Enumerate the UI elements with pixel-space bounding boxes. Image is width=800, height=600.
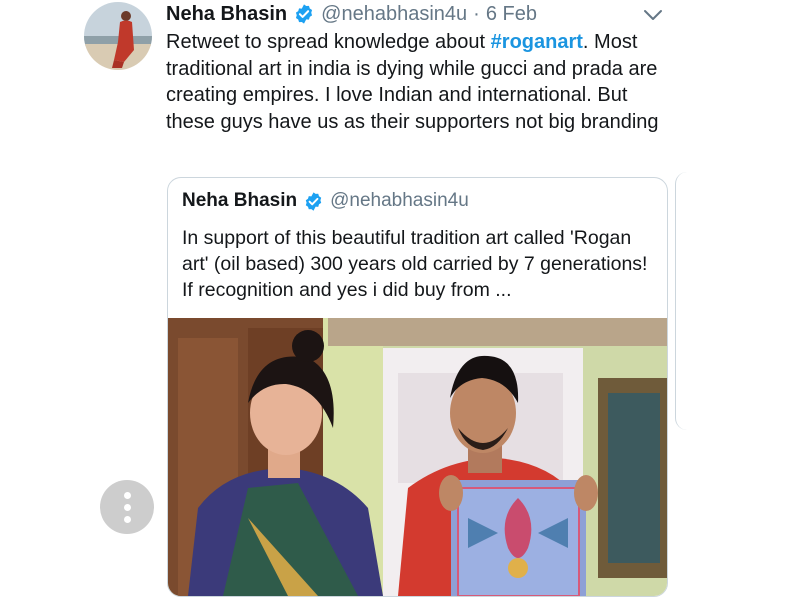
author-handle[interactable]: @nehabhasin4u (321, 3, 467, 26)
chevron-down-icon[interactable] (640, 2, 666, 28)
hashtag-link[interactable]: #roganart (491, 31, 583, 53)
avatar-photo (84, 2, 152, 70)
tweet-text: Retweet to spread knowledge about #rogan… (166, 29, 671, 135)
quoted-tweet-photo[interactable] (168, 318, 667, 596)
adjacent-card-edge (675, 172, 696, 430)
quoted-tweet-text: In support of this beautiful tradition a… (182, 227, 648, 301)
separator-dot: · (473, 2, 480, 25)
more-dot (123, 503, 131, 511)
tweet-date[interactable]: 6 Feb (486, 3, 537, 26)
verified-badge-icon (303, 191, 324, 212)
tweet-header: Neha Bhasin @nehabhasin4u · 6 Feb (166, 0, 537, 28)
quoted-tweet-card[interactable]: Neha Bhasin @nehabhasin4u In support of … (167, 177, 668, 597)
avatar[interactable] (84, 2, 152, 70)
tweet-text-start: Retweet to spread knowledge about (166, 31, 491, 53)
more-options-icon[interactable] (100, 480, 154, 534)
quoted-author-name: Neha Bhasin (182, 190, 298, 211)
quoted-author-handle: @nehabhasin4u (330, 190, 469, 211)
author-name[interactable]: Neha Bhasin (166, 3, 287, 26)
more-dot (123, 515, 131, 523)
verified-badge-icon (293, 3, 315, 25)
quoted-tweet-header: Neha Bhasin @nehabhasin4u (182, 190, 469, 212)
more-dot (123, 491, 131, 499)
